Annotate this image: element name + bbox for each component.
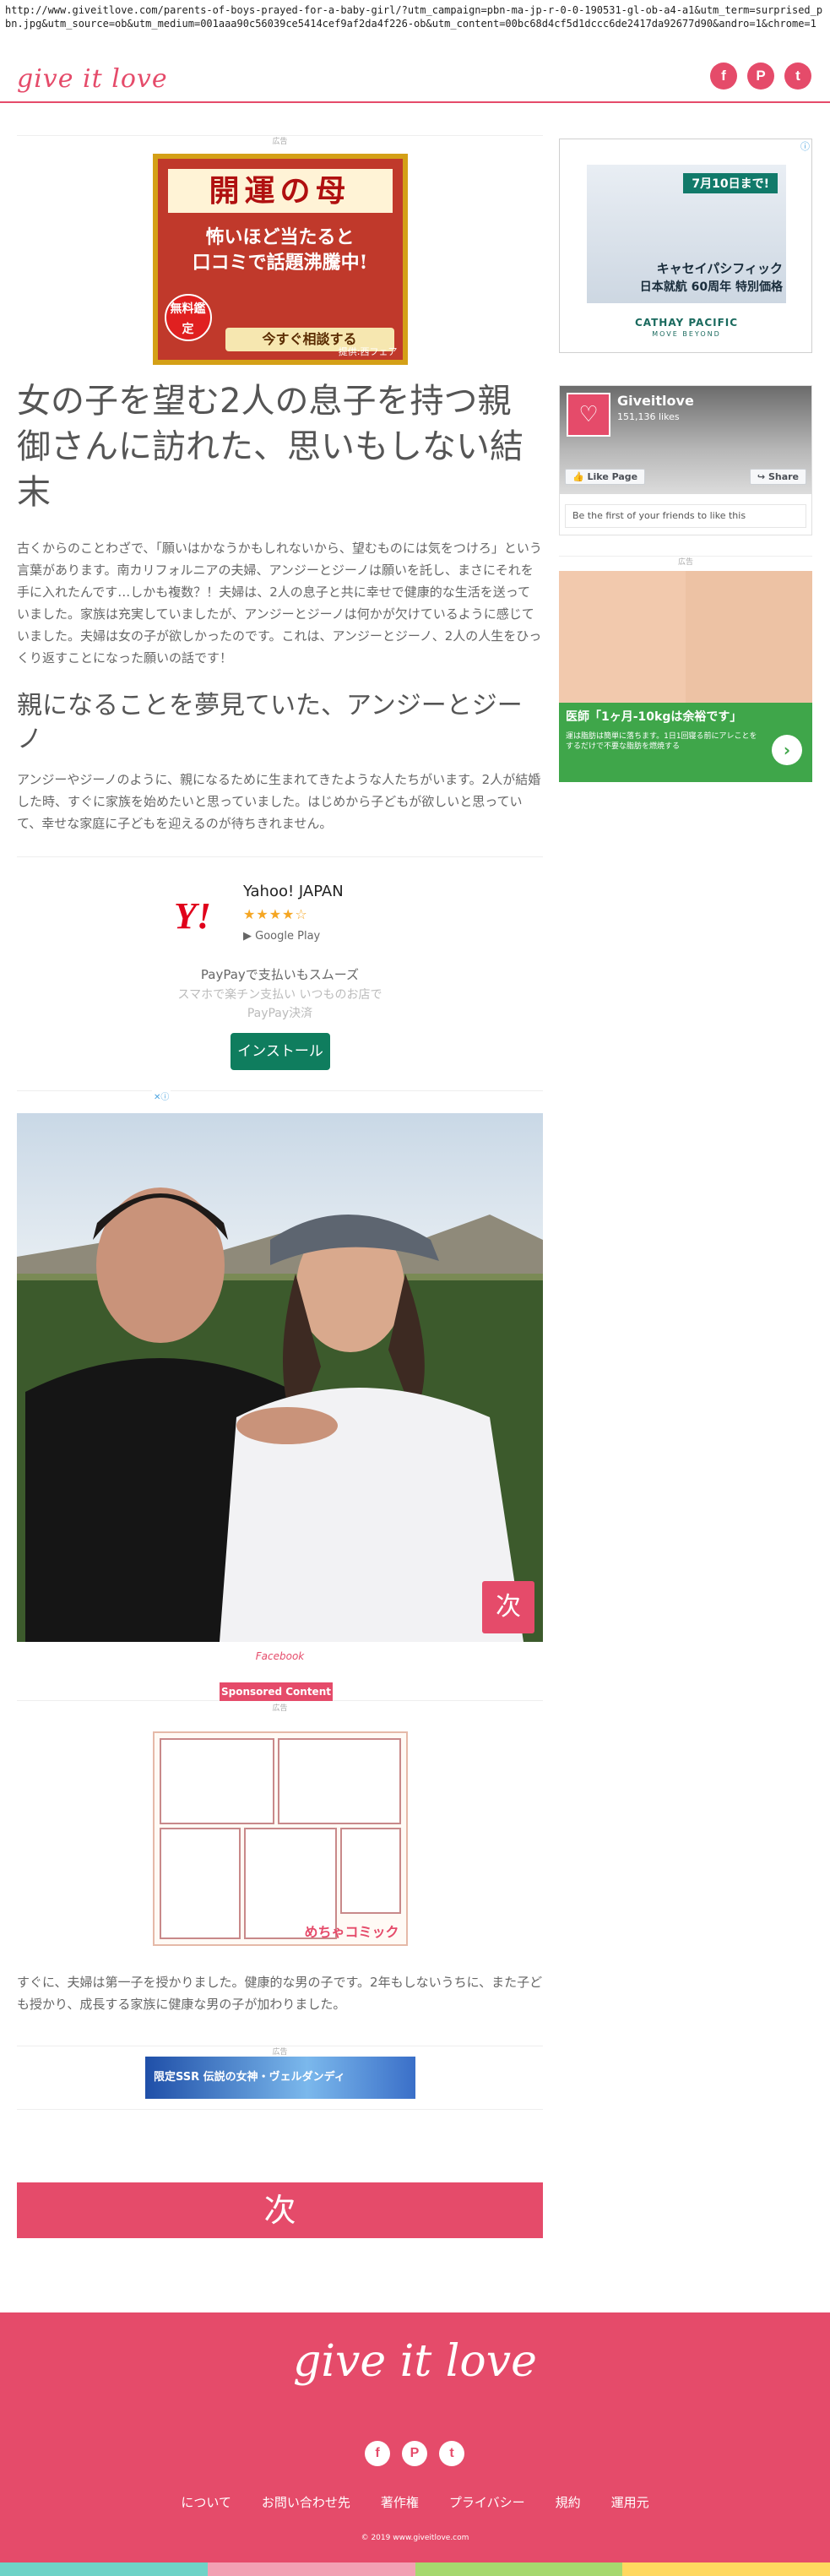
- twitter-icon[interactable]: t: [784, 62, 811, 90]
- ad-label: 広告: [17, 135, 543, 147]
- app-ad-description: PayPayで支払いもスムーズ: [200, 967, 360, 982]
- header-divider: [0, 101, 830, 103]
- next-page-button[interactable]: 次: [17, 2182, 543, 2238]
- comic-panel: [159, 1828, 241, 1939]
- footer-social-links: f P t: [365, 2441, 464, 2466]
- diet-ad-image-left: [559, 571, 686, 703]
- airline-tagline: MOVE BEYOND: [652, 330, 721, 338]
- install-button[interactable]: インストール: [231, 1033, 330, 1070]
- site-logo[interactable]: give it love: [17, 64, 168, 94]
- share-button[interactable]: ↪ Share: [749, 469, 806, 485]
- app-install-ad[interactable]: Y! Yahoo! JAPAN ★★★★☆ ▶ Google Play PayP…: [17, 856, 543, 1102]
- sponsored-label: Sponsored Content: [220, 1682, 333, 1701]
- photo-credit[interactable]: Facebook: [17, 1650, 543, 1662]
- color-bar-segment: [207, 2562, 415, 2576]
- footer-color-bar: [0, 2562, 830, 2576]
- footer-logo[interactable]: give it love: [0, 2336, 830, 2387]
- diet-ad[interactable]: 医師「1ヶ月-10kgは余裕です」 運は脂肪は簡単に落ちます。1日1回寝る前にア…: [559, 571, 812, 782]
- site-header: give it love f P t: [0, 54, 830, 103]
- yahoo-logo: Y!: [174, 895, 211, 937]
- sidebar: 7月10日まで! キャセイパシフィック 日本就航 60周年 特別価格 CATHA…: [559, 135, 812, 782]
- facebook-like-count: 151,136 likes: [617, 411, 680, 422]
- facebook-page-widget: ♡ Giveitlove 151,136 likes 👍 Like Page ↪…: [559, 385, 812, 535]
- facebook-page-name[interactable]: Giveitlove: [617, 393, 694, 409]
- couple-photo: [17, 1113, 543, 1642]
- article-intro: 古くからのことわざで、「願いはかなうかもしれないから、望むものには気をつけろ」と…: [17, 541, 542, 666]
- comic-panel: [339, 1828, 401, 1914]
- copyright-text: © 2019 www.giveitlove.com: [361, 2534, 469, 2542]
- airline-ad-offer: 日本就航 60周年 特別価格: [639, 280, 783, 294]
- airline-ad[interactable]: 7月10日まで! キャセイパシフィック 日本就航 60周年 特別価格 CATHA…: [559, 139, 812, 353]
- footer-link-copyright[interactable]: 著作権: [381, 2493, 419, 2511]
- game-banner[interactable]: 限定SSR 伝説の女神・ヴェルダンディ: [145, 2057, 415, 2099]
- color-bar-segment: [622, 2562, 830, 2576]
- comic-panel: [159, 1738, 274, 1824]
- app-name: Yahoo! JAPAN: [243, 883, 344, 900]
- chevron-right-icon[interactable]: ›: [772, 735, 802, 765]
- footer-link-privacy[interactable]: プライバシー: [449, 2493, 525, 2511]
- game-banner-ad[interactable]: 広告 限定SSR 伝説の女神・ヴェルダンディ: [17, 2046, 543, 2110]
- footer-link-terms[interactable]: 規約: [556, 2493, 581, 2511]
- fortune-ad-provider: 提供:西フェア: [338, 346, 398, 357]
- article-title: 女の子を望む2人の息子を持つ親御さんに訪れた、思いもしない結末: [17, 382, 523, 512]
- google-play-badge: ▶ Google Play: [243, 930, 321, 943]
- color-bar-segment: [0, 2562, 208, 2576]
- footer-link-about[interactable]: について: [181, 2493, 231, 2511]
- like-page-button[interactable]: 👍 Like Page: [565, 469, 646, 485]
- site-footer: give it love f P t について お問い合わせ先 著作権 プライバ…: [0, 2312, 830, 2562]
- diet-ad-caption: 医師「1ヶ月-10kgは余裕です」: [566, 710, 742, 724]
- airline-ad-date: 7月10日まで!: [683, 173, 778, 193]
- airline-logo: CATHAY PACIFIC: [634, 317, 739, 329]
- rating-stars-icon: ★★★★☆: [243, 906, 308, 922]
- diet-ad-subtext: 運は脂肪は簡単に落ちます。1日1回寝る前にアレことをするだけで不要な脂肪を燃焼す…: [566, 732, 757, 751]
- fortune-ad-free-badge: 無料鑑定: [164, 294, 212, 341]
- fortune-ad-title: 開運の母: [167, 169, 393, 213]
- fortune-ad-tagline: 怖いほど当たると 口コミで話題沸騰中!: [192, 226, 368, 274]
- thumbs-up-icon: 👍: [572, 471, 588, 482]
- sponsored-section: Sponsored Content: [17, 1682, 543, 1701]
- facebook-friends-text: Be the first of your friends to like thi…: [565, 504, 806, 528]
- airline-ad-headline: キャセイパシフィック: [656, 261, 783, 276]
- comic-ad[interactable]: めちゃコミック: [152, 1731, 408, 1946]
- facebook-icon[interactable]: f: [365, 2441, 390, 2466]
- header-social-links: f P t: [710, 62, 811, 90]
- main-content: 広告 開運の母 怖いほど当たると 口コミで話題沸騰中! 無料鑑定 今すぐ相談する…: [17, 135, 543, 2238]
- heart-icon[interactable]: ♡: [567, 393, 610, 437]
- footer-link-operator[interactable]: 運用元: [611, 2493, 649, 2511]
- pinterest-icon[interactable]: P: [747, 62, 774, 90]
- ad-info-icon[interactable]: ⓘ: [800, 139, 810, 153]
- article-photo: 次: [17, 1113, 543, 1642]
- footer-nav: について お問い合わせ先 著作権 プライバシー 規約 運用元: [0, 2493, 830, 2511]
- article-heading: 親になることを夢見ていた、アンジーとジーノ: [17, 691, 523, 754]
- address-bar[interactable]: http://www.giveitlove.com/parents-of-boy…: [0, 0, 830, 54]
- comic-ad-brand: めちゃコミック: [304, 1924, 399, 1940]
- twitter-icon[interactable]: t: [439, 2441, 464, 2466]
- article-paragraph: すぐに、夫婦は第一子を授かりました。健康的な男の子です。2年もしないうちに、また…: [17, 1975, 543, 2012]
- footer-link-contact[interactable]: お問い合わせ先: [262, 2493, 350, 2511]
- article-paragraph: アンジーやジーノのように、親になるために生まれてきたような人たちがいます。2人が…: [17, 772, 541, 831]
- app-ad-subtext: スマホで楽チン支払い いつものお店で PayPay決済: [177, 988, 382, 1020]
- share-icon: ↪: [757, 471, 768, 482]
- ad-label: 広告: [559, 556, 812, 568]
- comic-panel: [277, 1738, 401, 1824]
- pinterest-icon[interactable]: P: [402, 2441, 427, 2466]
- fortune-ad[interactable]: 開運の母 怖いほど当たると 口コミで話題沸騰中! 無料鑑定 今すぐ相談する 提供…: [152, 154, 408, 365]
- ad-choices-icon[interactable]: ✕ⓘ: [152, 1090, 171, 1102]
- diet-ad-image-right: [686, 571, 812, 703]
- color-bar-segment: [415, 2562, 623, 2576]
- ad-label: 広告: [272, 1704, 288, 1713]
- photo-next-button[interactable]: 次: [482, 1581, 534, 1633]
- facebook-icon[interactable]: f: [710, 62, 737, 90]
